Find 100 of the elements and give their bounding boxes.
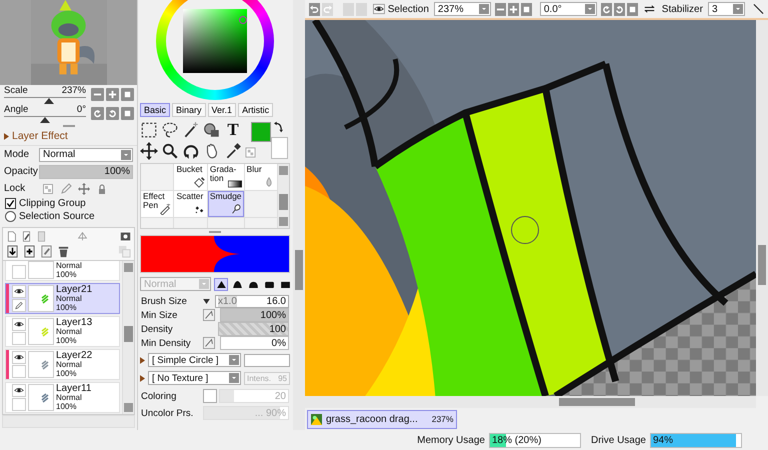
radio-button[interactable] <box>5 211 16 222</box>
layer-item[interactable]: Layer11 Normal 100% <box>5 382 120 413</box>
dropdown-arrow-icon[interactable] <box>203 298 210 304</box>
rotate-left-button[interactable] <box>600 2 612 16</box>
tab[interactable]: Artistic <box>238 103 274 117</box>
eyedropper-icon[interactable] <box>224 142 242 160</box>
zoom-icon[interactable] <box>161 142 179 160</box>
edit-toggle[interactable] <box>12 365 26 378</box>
parameter-slider[interactable]: 100% <box>220 308 289 322</box>
zoom-in-button[interactable] <box>106 88 119 101</box>
opacity-slider[interactable]: 100% <box>39 164 133 178</box>
rotate-left-button[interactable] <box>91 107 104 120</box>
scrollbar[interactable] <box>277 164 289 228</box>
texture-dropdown[interactable]: [ No Texture ] <box>148 371 241 385</box>
reset-zoom-button[interactable] <box>121 88 134 101</box>
brush-tip-shape[interactable] <box>214 278 228 290</box>
pressure-icon[interactable] <box>203 309 215 321</box>
parameter-slider[interactable]: 0% <box>220 336 289 350</box>
scrollbar[interactable] <box>2 415 135 428</box>
select-icon[interactable] <box>140 121 158 139</box>
eye-icon[interactable] <box>372 3 385 15</box>
swap-icon[interactable] <box>274 121 283 133</box>
scrollbar[interactable] <box>305 396 756 408</box>
square-icon <box>123 90 132 99</box>
layer-mask-icon[interactable] <box>120 230 131 243</box>
brush-shape-dropdown[interactable]: [ Simple Circle ] <box>148 353 241 367</box>
scrollbar[interactable] <box>293 0 305 430</box>
shapes-icon[interactable] <box>203 121 221 139</box>
zoom-out-button[interactable] <box>91 88 104 101</box>
primary-color-swatch[interactable] <box>251 122 271 142</box>
merge-down-icon[interactable] <box>6 245 19 258</box>
visibility-toggle[interactable] <box>12 351 26 364</box>
visibility-toggle[interactable] <box>12 384 26 397</box>
brush-tool[interactable]: Grada- tion <box>208 164 244 190</box>
tab[interactable]: Binary <box>172 103 206 117</box>
edit-toggle[interactable] <box>12 299 26 312</box>
zoom-out-button[interactable] <box>494 2 506 16</box>
angle-dropdown[interactable]: 0.0° <box>540 2 597 16</box>
clear-layer-icon[interactable] <box>40 245 53 258</box>
mode-dropdown[interactable]: Normal <box>39 148 133 162</box>
trash-icon[interactable] <box>57 245 70 258</box>
tab[interactable]: Ver.1 <box>208 103 236 117</box>
scale-slider[interactable]: Scale 237% <box>4 85 86 104</box>
zoom-in-button[interactable] <box>508 2 519 16</box>
reset-zoom-button[interactable] <box>520 2 532 16</box>
rotate-right-button[interactable] <box>614 2 625 16</box>
lasso-icon[interactable] <box>161 121 179 139</box>
rotate-left-icon <box>602 4 611 14</box>
brush-size-field[interactable]: x1.0 16.0 <box>215 294 289 308</box>
visibility-toggle[interactable] <box>12 318 26 331</box>
angle-slider[interactable]: Angle 0° <box>4 104 86 123</box>
secondary-color-swatch[interactable] <box>271 137 288 159</box>
scrollbar[interactable] <box>122 261 134 414</box>
add-layer-icon[interactable] <box>23 245 36 258</box>
edit-toggle[interactable] <box>12 332 26 345</box>
magic-wand-icon[interactable] <box>182 121 200 139</box>
expand-arrow-icon[interactable] <box>140 374 145 382</box>
reset-angle-button[interactable] <box>626 2 638 16</box>
density-slider[interactable]: 100 <box>218 322 289 336</box>
edit-toggle[interactable] <box>12 398 26 411</box>
reset-angle-button[interactable] <box>121 107 134 120</box>
undo-button[interactable] <box>309 2 320 16</box>
flip-icon[interactable] <box>644 3 655 15</box>
stabilizer-dropdown[interactable]: 3 <box>708 2 745 16</box>
move-icon[interactable] <box>140 142 158 160</box>
visibility-toggle[interactable] <box>12 285 26 298</box>
line-icon[interactable] <box>752 3 764 15</box>
checkbox[interactable] <box>203 389 217 403</box>
transparent-color-icon[interactable] <box>245 147 256 158</box>
slider-thumb[interactable] <box>40 117 50 123</box>
brush-tool[interactable]: Bucket <box>174 164 207 190</box>
blend-mode: Normal <box>56 394 83 402</box>
layer-item[interactable]: Layer22 Normal 100% <box>5 349 120 380</box>
scrollbar[interactable] <box>756 20 768 396</box>
layer-item[interactable]: Layer13 Normal 100% <box>5 316 120 347</box>
tab[interactable]: Basic <box>140 103 170 117</box>
section-title[interactable]: Layer Effect <box>12 130 68 142</box>
document-tab[interactable]: grass_racoon drag... 237% <box>307 410 458 428</box>
brush-tool[interactable]: Scatter <box>174 191 207 217</box>
brush-tool[interactable]: Effect Pen <box>141 191 174 217</box>
edit-toggle[interactable] <box>12 265 26 279</box>
shape-strength-field[interactable] <box>244 354 290 366</box>
expand-arrow-icon[interactable] <box>4 132 9 140</box>
brush-tool[interactable]: Smudge <box>208 191 244 217</box>
pressure-icon[interactable] <box>203 337 215 349</box>
lock-transparency-icon[interactable] <box>42 182 54 194</box>
rotate-icon[interactable] <box>182 142 200 160</box>
brush-layer-icon[interactable] <box>21 230 32 243</box>
lock-icon[interactable] <box>96 182 108 194</box>
slider-thumb[interactable] <box>44 98 54 104</box>
layer-name: Layer21 <box>56 285 92 295</box>
rotate-right-button[interactable] <box>106 107 119 120</box>
pencil-icon[interactable] <box>60 182 72 194</box>
expand-arrow-icon[interactable] <box>140 356 145 364</box>
checkbox[interactable] <box>5 198 16 209</box>
text-tool[interactable]: T <box>224 121 242 139</box>
brush-tool[interactable]: Blur <box>244 164 277 190</box>
zoom-dropdown[interactable]: 237% <box>434 2 491 16</box>
layer-item[interactable]: Layer21 Normal 100% <box>5 283 120 314</box>
layer-item[interactable]: Normal 100% <box>5 261 120 281</box>
